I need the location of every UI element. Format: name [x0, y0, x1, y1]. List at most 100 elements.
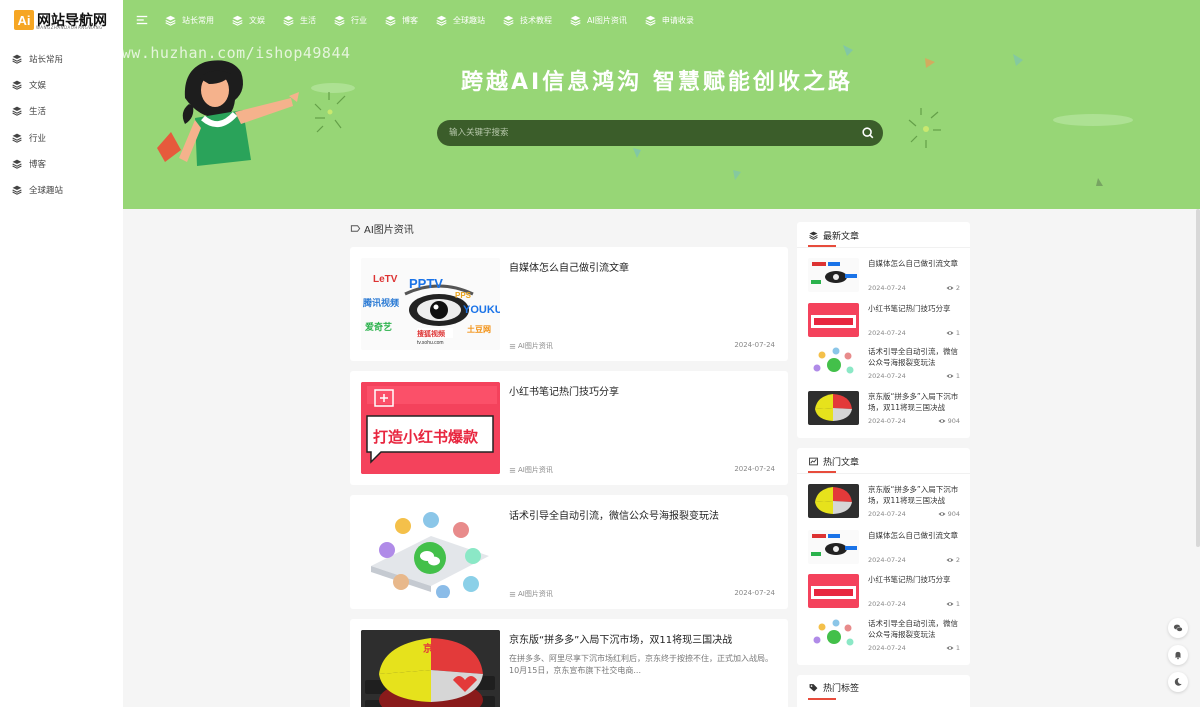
letv-logo: LeTV	[373, 274, 398, 285]
nav-label: 申请收录	[661, 15, 694, 25]
widget-item-date: 2024-07-24	[868, 510, 906, 518]
widget-header: 热门文章	[809, 455, 859, 468]
sidebar-item-label: 博客	[29, 159, 47, 170]
widget-list-item[interactable]: 自媒体怎么自己做引流文章 2024-07-24 2	[808, 530, 960, 566]
sohu-logo: 搜狐视频	[417, 329, 445, 338]
widget-item-date: 2024-07-24	[868, 644, 906, 652]
sidebar-item-label: 全球趣站	[29, 186, 64, 197]
widget-item-views: 1	[946, 329, 960, 337]
search-icon[interactable]	[861, 126, 875, 140]
sidebar-item-blog[interactable]: 博客	[0, 151, 123, 177]
notification-button[interactable]	[1168, 645, 1188, 665]
article-category[interactable]: AI图片资讯	[509, 341, 553, 351]
xiaohongshu-banner-image: 打造小红书爆款	[361, 382, 500, 474]
views-count: 904	[947, 417, 960, 425]
search-input[interactable]	[449, 126, 849, 140]
hero-banner: 站长常用 文娱 生活 行业 博客 全球趣站 技术教程 AI图片资讯 申请收录 跨…	[123, 0, 1200, 209]
widget-thumbnail[interactable]	[808, 258, 859, 292]
widget-item-views: 1	[946, 644, 960, 652]
jd-label: 京东	[423, 642, 443, 655]
widget-thumbnail[interactable]	[808, 303, 859, 337]
widget-list-item[interactable]: 京东版“拼多多”入局下沉市场，双11将现三国决战 2024-07-24 904	[808, 484, 960, 520]
widget-item-date: 2024-07-24	[868, 556, 906, 564]
hot-tags-widget: 热门标签	[797, 675, 970, 707]
widget-item-views: 904	[938, 417, 960, 425]
widget-thumbnail[interactable]	[808, 574, 859, 608]
article-card[interactable]: 话术引导全自动引流，微信公众号海报裂变玩法 AI图片资讯 2024-07-24	[350, 495, 788, 609]
article-title[interactable]: 小红书笔记热门技巧分享	[509, 383, 619, 398]
nav-label: 生活	[300, 15, 316, 25]
widget-item-title[interactable]: 小红书笔记热门技巧分享	[868, 574, 960, 585]
article-thumbnail[interactable]: 京东	[361, 630, 500, 707]
article-card[interactable]: LeTV PPTV PPS YOUKU 腾讯视频 爱奇艺 土豆网 搜狐视频 tv…	[350, 247, 788, 361]
site-logo[interactable]: Ai 网站导航网 WANGZHANDAOHANGWANG	[14, 10, 107, 30]
scrollbar[interactable]	[1196, 209, 1200, 547]
nav-item-webmaster[interactable]: 站长常用	[165, 15, 214, 26]
widget-item-date: 2024-07-24	[868, 600, 906, 608]
menu-icon[interactable]	[135, 13, 149, 27]
widget-item-title[interactable]: 小红书笔记热门技巧分享	[868, 303, 960, 314]
widget-list-item[interactable]: 京东版“拼多多”入局下沉市场，双11将现三国决战 2024-07-24 904	[808, 391, 960, 427]
nav-item-global[interactable]: 全球趣站	[436, 15, 485, 26]
tencent-video-logo: 腾讯视频	[362, 297, 399, 309]
article-thumbnail[interactable]: LeTV PPTV PPS YOUKU 腾讯视频 爱奇艺 土豆网 搜狐视频 tv…	[361, 258, 500, 350]
nav-item-tutorials[interactable]: 技术教程	[503, 15, 552, 26]
article-title[interactable]: 话术引导全自动引流，微信公众号海报裂变玩法	[509, 507, 719, 522]
dark-mode-button[interactable]	[1168, 672, 1188, 692]
eye-icon	[946, 556, 954, 564]
views-count: 2	[955, 284, 960, 292]
widget-thumbnail[interactable]	[808, 618, 859, 652]
eye-icon	[938, 417, 946, 425]
eye-icon	[946, 372, 954, 380]
watermark-text: https://www.huzhan.com/ishop49844	[36, 44, 351, 62]
widget-list-item[interactable]: 小红书笔记热门技巧分享 2024-07-24 1	[808, 574, 960, 610]
wechat-button[interactable]	[1168, 618, 1188, 638]
widget-thumbnail[interactable]	[808, 530, 859, 564]
widget-item-title[interactable]: 话术引导全自动引流，微信公众号海报裂变玩法	[868, 618, 960, 640]
widget-divider	[797, 472, 970, 474]
widget-item-views: 1	[946, 372, 960, 380]
widget-list-item[interactable]: 自媒体怎么自己做引流文章 2024-07-24 2	[808, 258, 960, 294]
article-excerpt: 在拼多多、阿里尽享下沉市场红利后，京东终于按捺不住，正式加入战局。10月15日，…	[509, 654, 773, 675]
nav-item-blog[interactable]: 博客	[385, 15, 418, 26]
article-title[interactable]: 自媒体怎么自己做引流文章	[509, 259, 629, 274]
bell-icon	[1174, 651, 1182, 660]
widget-thumbnail[interactable]	[808, 346, 859, 380]
views-count: 904	[947, 510, 960, 518]
section-title-text: AI图片资讯	[364, 225, 414, 236]
nav-item-submit[interactable]: 申请收录	[645, 15, 694, 26]
article-category[interactable]: AI图片资讯	[509, 465, 553, 475]
nav-item-industry[interactable]: 行业	[334, 15, 367, 26]
article-thumbnail[interactable]: 打造小红书爆款	[361, 382, 500, 474]
logo-mark: Ai	[14, 10, 34, 30]
widget-list-item[interactable]: 话术引导全自动引流，微信公众号海报裂变玩法 2024-07-24 1	[808, 346, 960, 382]
article-title[interactable]: 京东版“拼多多”入局下沉市场，双11将现三国决战	[509, 631, 732, 646]
widget-thumbnail[interactable]	[808, 391, 859, 425]
widget-list-item[interactable]: 话术引导全自动引流，微信公众号海报裂变玩法 2024-07-24 1	[808, 618, 960, 654]
nav-item-entertainment[interactable]: 文娱	[232, 15, 265, 26]
nav-label: AI图片资讯	[587, 15, 627, 25]
article-thumbnail[interactable]	[361, 506, 500, 598]
nav-item-life[interactable]: 生活	[283, 15, 316, 26]
article-card[interactable]: 京东 京东版“拼多多”入局下沉市场，双11将现三国决战 在拼多多、阿里尽享下沉市…	[350, 619, 788, 707]
article-category[interactable]: AI图片资讯	[509, 589, 553, 599]
article-card[interactable]: 打造小红书爆款 小红书笔记热门技巧分享 AI图片资讯 2024-07-24	[350, 371, 788, 485]
sidebar-item-industry[interactable]: 行业	[0, 125, 123, 151]
layers-icon	[809, 231, 818, 240]
widget-item-title[interactable]: 自媒体怎么自己做引流文章	[868, 258, 960, 269]
nav-label: 技术教程	[520, 15, 552, 25]
widget-thumbnail[interactable]	[808, 484, 859, 518]
nav-item-ai-news[interactable]: AI图片资讯	[570, 15, 627, 26]
widget-item-title[interactable]: 京东版“拼多多”入局下沉市场，双11将现三国决战	[868, 391, 960, 413]
widget-list-item[interactable]: 小红书笔记热门技巧分享 2024-07-24 1	[808, 303, 960, 339]
jd-pie-image: 京东	[361, 630, 500, 707]
widget-item-title[interactable]: 自媒体怎么自己做引流文章	[868, 530, 960, 541]
eye-icon	[946, 284, 954, 292]
sidebar-item-entertainment[interactable]: 文娱	[0, 72, 123, 98]
widget-item-title[interactable]: 京东版“拼多多”入局下沉市场，双11将现三国决战	[868, 484, 960, 506]
widget-item-title[interactable]: 话术引导全自动引流，微信公众号海报裂变玩法	[868, 346, 960, 368]
layers-icon	[12, 80, 22, 90]
sidebar-item-life[interactable]: 生活	[0, 98, 123, 124]
sidebar-item-global[interactable]: 全球趣站	[0, 177, 123, 203]
category-label: AI图片资讯	[518, 342, 553, 350]
